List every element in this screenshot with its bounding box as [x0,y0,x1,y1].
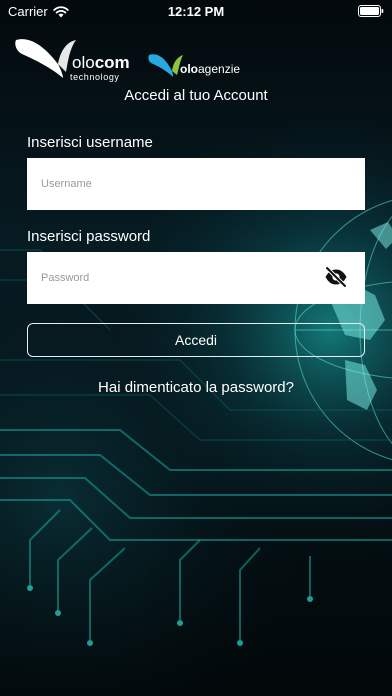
status-time: 12:12 PM [167,4,225,19]
username-label: Inserisci username [27,134,153,151]
svg-text:technology: technology [70,72,120,82]
password-input[interactable] [27,252,365,304]
battery-icon [358,5,384,17]
password-label: Inserisci password [27,228,151,245]
status-bar: Carrier 12:12 PM [0,0,392,22]
voloagenzie-logo: oloagenzie [148,54,240,77]
login-title: Accedi al tuo Account [124,87,268,104]
eye-slash-icon[interactable] [324,265,348,289]
svg-text:olocom: olocom [72,53,130,72]
volocom-logo: olocom technology [15,39,130,82]
forgot-password-link[interactable]: Hai dimenticato la password? [0,379,392,396]
login-button[interactable]: Accedi [27,323,365,357]
username-input[interactable] [27,158,365,210]
login-screen: olocom technology oloagenzie Accedi al t… [0,0,392,696]
svg-text:oloagenzie: oloagenzie [180,62,240,76]
